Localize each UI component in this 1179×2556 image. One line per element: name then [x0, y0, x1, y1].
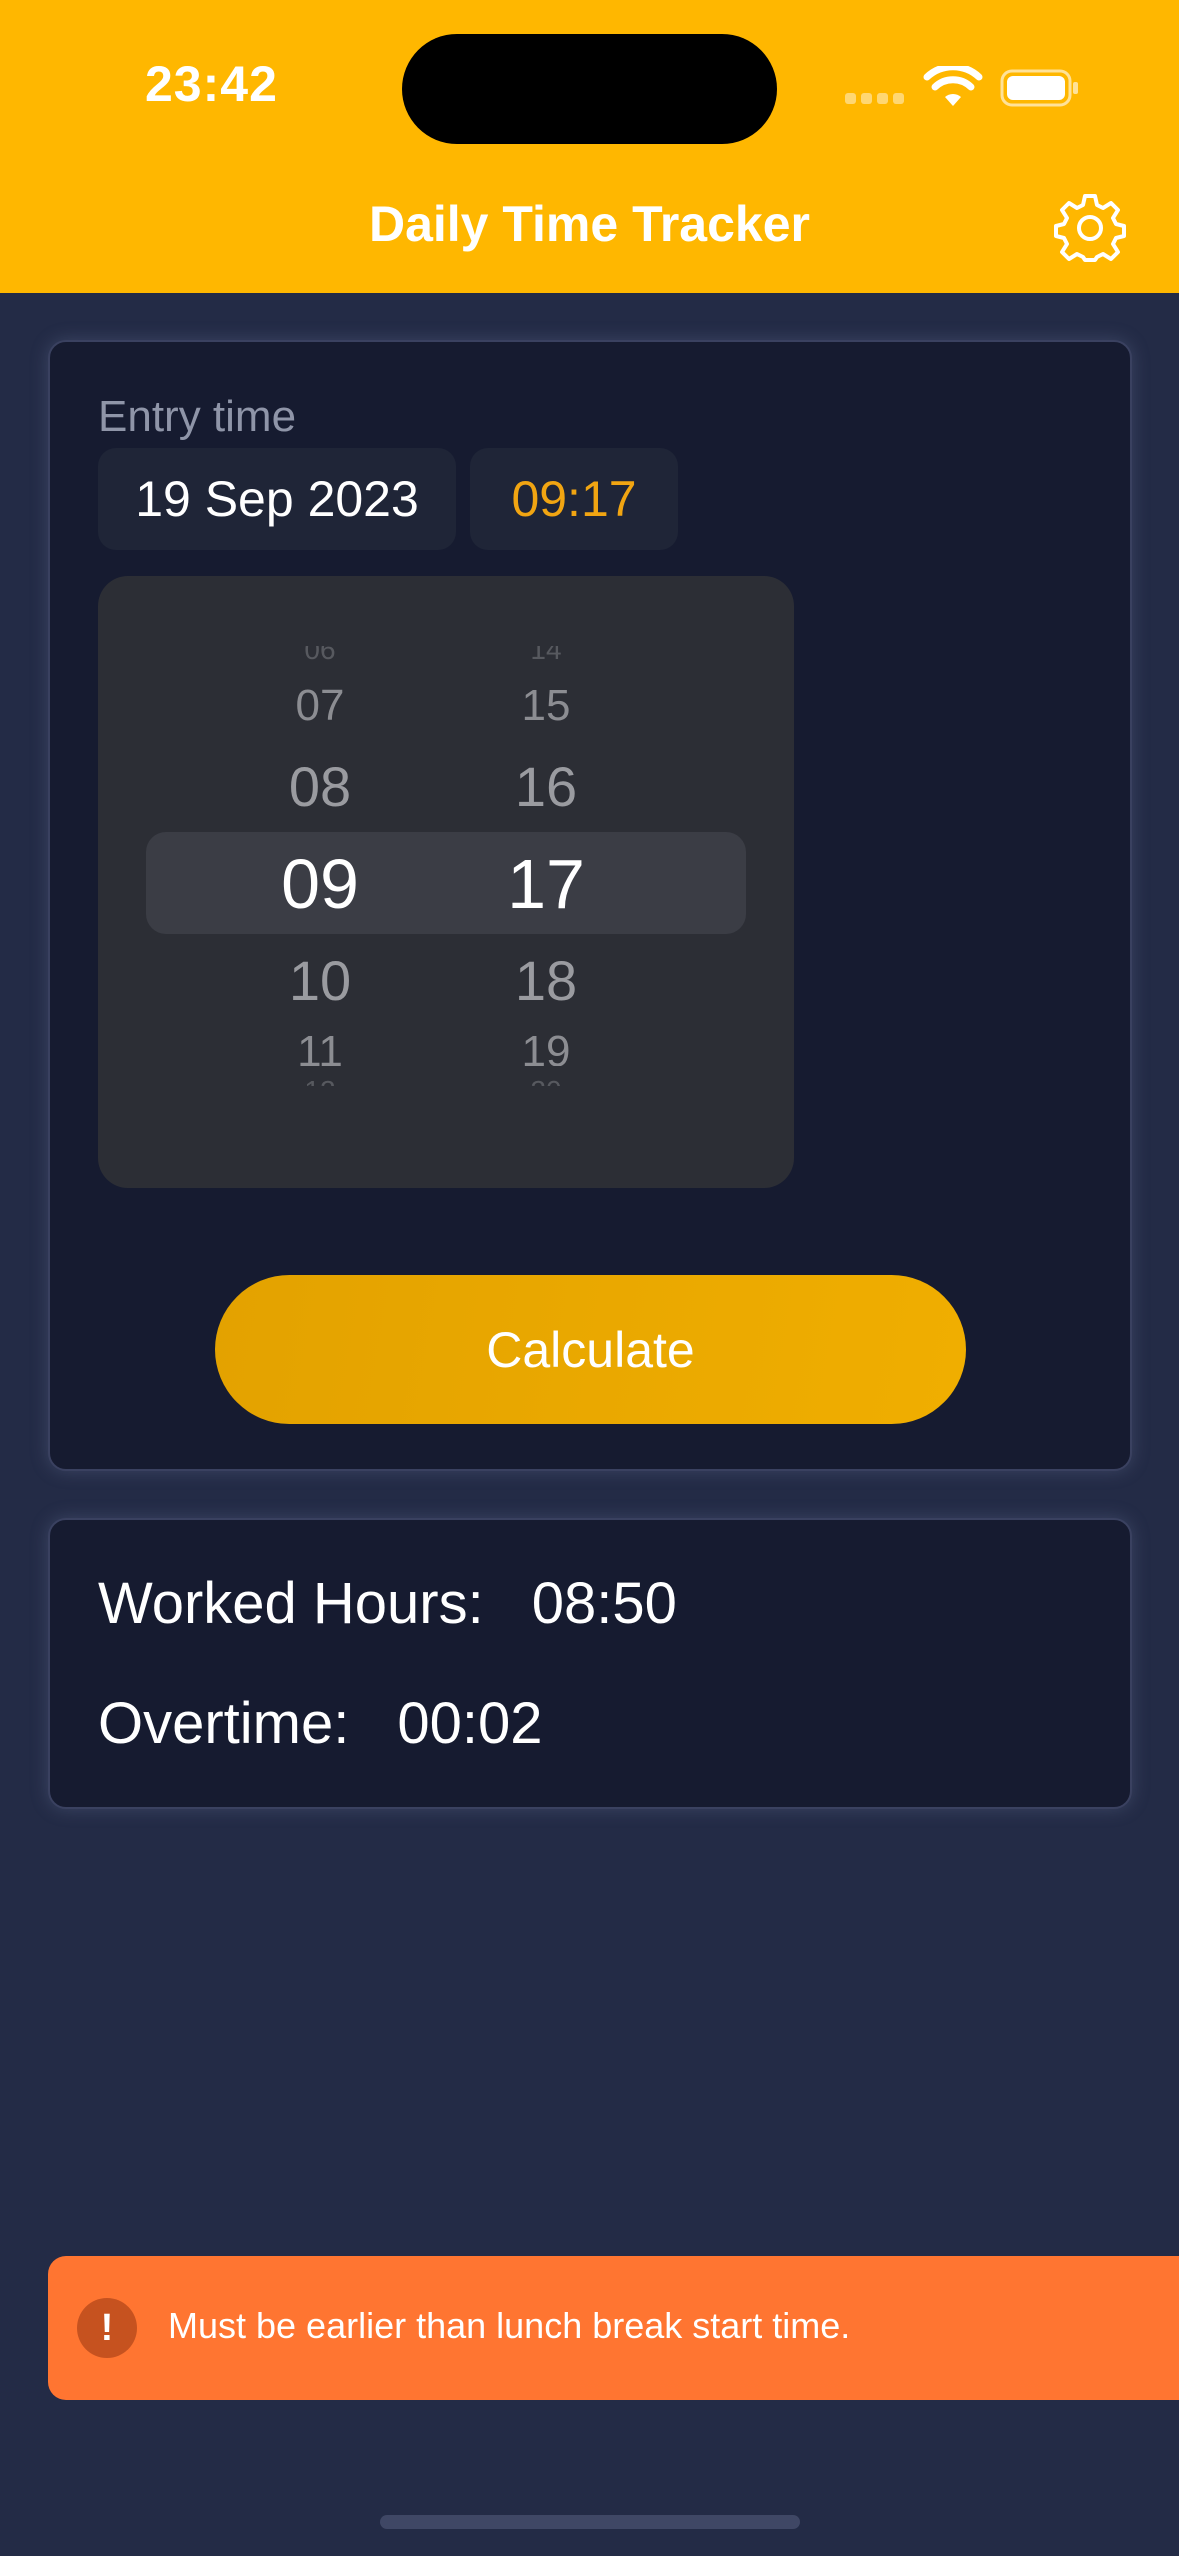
picker-minute-selected[interactable]: 17: [446, 844, 646, 924]
battery-icon: [1000, 69, 1078, 107]
time-chip[interactable]: 09:17: [470, 448, 678, 550]
status-bar-time: 23:42: [145, 56, 278, 112]
minute-column[interactable]: 14 15 16 17 18 19 20: [446, 576, 646, 1188]
time-picker-wheel[interactable]: 06 07 08 09 10 11 12 14 15 16 17 18 19 2…: [98, 576, 794, 1188]
app-header: 23:42 Daily Time Tracker: [0, 0, 1179, 293]
overtime-value: 00:02: [397, 1691, 543, 1756]
worked-hours-value: 08:50: [531, 1571, 677, 1636]
results-card: Worked Hours: 08:50 Overtime: 00:02: [48, 1518, 1132, 1809]
page-title: Daily Time Tracker: [368, 196, 810, 252]
gear-icon[interactable]: [1054, 193, 1126, 265]
dynamic-island: [402, 34, 777, 144]
picker-hour-item[interactable]: 11: [220, 1026, 420, 1066]
error-toast[interactable]: ! Must be earlier than lunch break start…: [48, 2256, 1179, 2400]
date-chip[interactable]: 19 Sep 2023: [98, 448, 456, 550]
cellular-signal-icon: [845, 93, 905, 107]
wifi-icon: [923, 66, 983, 106]
picker-hour-selected[interactable]: 09: [220, 844, 420, 924]
overtime-row: Overtime: 00:02: [98, 1690, 543, 1757]
calculate-button[interactable]: Calculate: [215, 1275, 966, 1424]
worked-hours-row: Worked Hours: 08:50: [98, 1570, 677, 1637]
toast-message: Must be earlier than lunch break start t…: [168, 2305, 851, 2346]
picker-minute-item[interactable]: 14: [446, 646, 646, 660]
picker-minute-item[interactable]: 16: [446, 756, 646, 818]
exclamation-icon: !: [77, 2298, 137, 2358]
picker-hour-item[interactable]: 10: [220, 950, 420, 1012]
picker-minute-item[interactable]: 20: [446, 1076, 646, 1086]
picker-minute-item[interactable]: 15: [446, 686, 646, 726]
picker-hour-item[interactable]: 12: [220, 1076, 420, 1086]
home-indicator[interactable]: [380, 2515, 800, 2529]
overtime-label: Overtime:: [98, 1691, 350, 1756]
picker-minute-item[interactable]: 19: [446, 1026, 646, 1066]
picker-minute-item[interactable]: 18: [446, 950, 646, 1012]
screen: 23:42 Daily Time Tracker Entry time 19 S…: [0, 0, 1179, 2556]
entry-time-label: Entry time: [98, 392, 297, 441]
entry-card: Entry time 19 Sep 2023 09:17 06 07 08 09…: [48, 340, 1132, 1471]
picker-hour-item[interactable]: 06: [220, 646, 420, 660]
picker-hour-item[interactable]: 08: [220, 756, 420, 818]
worked-hours-label: Worked Hours:: [98, 1571, 484, 1636]
picker-hour-item[interactable]: 07: [220, 686, 420, 726]
hour-column[interactable]: 06 07 08 09 10 11 12: [220, 576, 420, 1188]
